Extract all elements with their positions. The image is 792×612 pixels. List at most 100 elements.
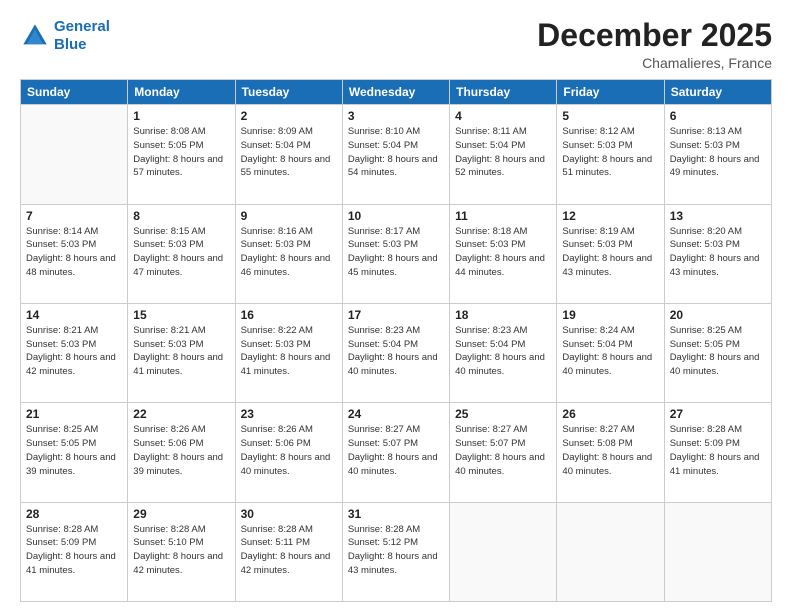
day-info: Sunrise: 8:26 AM Sunset: 5:06 PM Dayligh… <box>241 423 337 478</box>
day-number: 27 <box>670 407 766 421</box>
weekday-header-monday: Monday <box>128 80 235 105</box>
calendar-cell: 26Sunrise: 8:27 AM Sunset: 5:08 PM Dayli… <box>557 403 664 502</box>
day-info: Sunrise: 8:28 AM Sunset: 5:10 PM Dayligh… <box>133 523 229 578</box>
day-number: 28 <box>26 507 122 521</box>
day-info: Sunrise: 8:22 AM Sunset: 5:03 PM Dayligh… <box>241 324 337 379</box>
day-info: Sunrise: 8:08 AM Sunset: 5:05 PM Dayligh… <box>133 125 229 180</box>
calendar-cell: 3 Sunrise: 8:10 AM Sunset: 5:04 PM Daylig… <box>342 105 449 204</box>
calendar-cell <box>557 502 664 601</box>
day-info: Sunrise: 8:18 AM Sunset: 5:03 PM Dayligh… <box>455 225 551 280</box>
day-number: 7 <box>26 209 122 223</box>
weekday-header-thursday: Thursday <box>450 80 557 105</box>
calendar-cell: 9 Sunrise: 8:16 AM Sunset: 5:03 PM Daylig… <box>235 204 342 303</box>
day-info: Sunrise: 8:25 AM Sunset: 5:05 PM Dayligh… <box>26 423 122 478</box>
calendar-cell: 15Sunrise: 8:21 AM Sunset: 5:03 PM Dayli… <box>128 303 235 402</box>
day-number: 31 <box>348 507 444 521</box>
calendar-week-3: 14 Sunrise: 8:21 AM Sunset: 5:03 PM Dayli… <box>21 303 772 402</box>
day-number: 12 <box>562 209 658 223</box>
day-number: 11 <box>455 209 551 223</box>
calendar-cell: 20Sunrise: 8:25 AM Sunset: 5:05 PM Dayli… <box>664 303 771 402</box>
day-info: Sunrise: 8:16 AM Sunset: 5:03 PM Dayligh… <box>241 225 337 280</box>
calendar-cell: 27 Sunrise: 8:28 AM Sunset: 5:09 PM Dayli… <box>664 403 771 502</box>
calendar-cell: 13 Sunrise: 8:20 AM Sunset: 5:03 PM Dayli… <box>664 204 771 303</box>
day-info: Sunrise: 8:17 AM Sunset: 5:03 PM Dayligh… <box>348 225 444 280</box>
day-info: Sunrise: 8:23 AM Sunset: 5:04 PM Dayligh… <box>348 324 444 379</box>
calendar-cell: 28Sunrise: 8:28 AM Sunset: 5:09 PM Dayli… <box>21 502 128 601</box>
weekday-header-tuesday: Tuesday <box>235 80 342 105</box>
weekday-header-saturday: Saturday <box>664 80 771 105</box>
calendar-cell: 6Sunrise: 8:13 AM Sunset: 5:03 PM Daylig… <box>664 105 771 204</box>
day-number: 14 <box>26 308 122 322</box>
calendar-cell <box>664 502 771 601</box>
weekday-header-friday: Friday <box>557 80 664 105</box>
page: General Blue December 2025 Chamalieres, … <box>0 0 792 612</box>
day-info: Sunrise: 8:21 AM Sunset: 5:03 PM Dayligh… <box>26 324 122 379</box>
calendar-cell: 21Sunrise: 8:25 AM Sunset: 5:05 PM Dayli… <box>21 403 128 502</box>
calendar-cell: 22Sunrise: 8:26 AM Sunset: 5:06 PM Dayli… <box>128 403 235 502</box>
calendar-cell: 31 Sunrise: 8:28 AM Sunset: 5:12 PM Dayli… <box>342 502 449 601</box>
calendar-cell: 24Sunrise: 8:27 AM Sunset: 5:07 PM Dayli… <box>342 403 449 502</box>
weekday-header-sunday: Sunday <box>21 80 128 105</box>
logo-text: General Blue <box>54 18 110 54</box>
day-info: Sunrise: 8:09 AM Sunset: 5:04 PM Dayligh… <box>241 125 337 180</box>
day-number: 23 <box>241 407 337 421</box>
calendar-table: SundayMondayTuesdayWednesdayThursdayFrid… <box>20 79 772 602</box>
header: General Blue December 2025 Chamalieres, … <box>20 18 772 71</box>
calendar-cell: 18 Sunrise: 8:23 AM Sunset: 5:04 PM Dayli… <box>450 303 557 402</box>
day-number: 30 <box>241 507 337 521</box>
calendar-week-4: 21Sunrise: 8:25 AM Sunset: 5:05 PM Dayli… <box>21 403 772 502</box>
day-info: Sunrise: 8:10 AM Sunset: 5:04 PM Dayligh… <box>348 125 444 180</box>
calendar-cell: 10 Sunrise: 8:17 AM Sunset: 5:03 PM Dayli… <box>342 204 449 303</box>
calendar-cell: 29 Sunrise: 8:28 AM Sunset: 5:10 PM Dayli… <box>128 502 235 601</box>
day-number: 13 <box>670 209 766 223</box>
day-number: 29 <box>133 507 229 521</box>
calendar-cell: 7 Sunrise: 8:14 AM Sunset: 5:03 PM Daylig… <box>21 204 128 303</box>
calendar-header: SundayMondayTuesdayWednesdayThursdayFrid… <box>21 80 772 105</box>
calendar-cell <box>450 502 557 601</box>
day-number: 3 <box>348 109 444 123</box>
day-info: Sunrise: 8:11 AM Sunset: 5:04 PM Dayligh… <box>455 125 551 180</box>
day-info: Sunrise: 8:28 AM Sunset: 5:11 PM Dayligh… <box>241 523 337 578</box>
day-number: 5 <box>562 109 658 123</box>
day-number: 22 <box>133 407 229 421</box>
logo: General Blue <box>20 18 110 54</box>
weekday-header-row: SundayMondayTuesdayWednesdayThursdayFrid… <box>21 80 772 105</box>
calendar-cell: 11 Sunrise: 8:18 AM Sunset: 5:03 PM Dayli… <box>450 204 557 303</box>
day-number: 8 <box>133 209 229 223</box>
day-number: 4 <box>455 109 551 123</box>
day-info: Sunrise: 8:25 AM Sunset: 5:05 PM Dayligh… <box>670 324 766 379</box>
calendar-body: 1 Sunrise: 8:08 AM Sunset: 5:05 PM Daylig… <box>21 105 772 602</box>
logo-icon <box>20 21 50 51</box>
day-number: 1 <box>133 109 229 123</box>
subtitle: Chamalieres, France <box>537 55 772 71</box>
main-title: December 2025 <box>537 18 772 53</box>
calendar-cell: 8 Sunrise: 8:15 AM Sunset: 5:03 PM Daylig… <box>128 204 235 303</box>
calendar-cell <box>21 105 128 204</box>
calendar-cell: 25Sunrise: 8:27 AM Sunset: 5:07 PM Dayli… <box>450 403 557 502</box>
calendar-cell: 5 Sunrise: 8:12 AM Sunset: 5:03 PM Daylig… <box>557 105 664 204</box>
calendar-cell: 2Sunrise: 8:09 AM Sunset: 5:04 PM Daylig… <box>235 105 342 204</box>
day-number: 18 <box>455 308 551 322</box>
day-number: 10 <box>348 209 444 223</box>
calendar-cell: 4 Sunrise: 8:11 AM Sunset: 5:04 PM Daylig… <box>450 105 557 204</box>
day-info: Sunrise: 8:28 AM Sunset: 5:12 PM Dayligh… <box>348 523 444 578</box>
title-block: December 2025 Chamalieres, France <box>537 18 772 71</box>
day-number: 26 <box>562 407 658 421</box>
day-info: Sunrise: 8:24 AM Sunset: 5:04 PM Dayligh… <box>562 324 658 379</box>
day-info: Sunrise: 8:15 AM Sunset: 5:03 PM Dayligh… <box>133 225 229 280</box>
calendar-cell: 14 Sunrise: 8:21 AM Sunset: 5:03 PM Dayli… <box>21 303 128 402</box>
calendar-cell: 30 Sunrise: 8:28 AM Sunset: 5:11 PM Dayli… <box>235 502 342 601</box>
day-info: Sunrise: 8:23 AM Sunset: 5:04 PM Dayligh… <box>455 324 551 379</box>
weekday-header-wednesday: Wednesday <box>342 80 449 105</box>
calendar-week-2: 7 Sunrise: 8:14 AM Sunset: 5:03 PM Daylig… <box>21 204 772 303</box>
calendar-cell: 17Sunrise: 8:23 AM Sunset: 5:04 PM Dayli… <box>342 303 449 402</box>
day-number: 9 <box>241 209 337 223</box>
day-info: Sunrise: 8:12 AM Sunset: 5:03 PM Dayligh… <box>562 125 658 180</box>
day-info: Sunrise: 8:28 AM Sunset: 5:09 PM Dayligh… <box>670 423 766 478</box>
day-info: Sunrise: 8:19 AM Sunset: 5:03 PM Dayligh… <box>562 225 658 280</box>
day-number: 19 <box>562 308 658 322</box>
day-info: Sunrise: 8:14 AM Sunset: 5:03 PM Dayligh… <box>26 225 122 280</box>
day-number: 24 <box>348 407 444 421</box>
calendar-cell: 12 Sunrise: 8:19 AM Sunset: 5:03 PM Dayli… <box>557 204 664 303</box>
day-info: Sunrise: 8:20 AM Sunset: 5:03 PM Dayligh… <box>670 225 766 280</box>
